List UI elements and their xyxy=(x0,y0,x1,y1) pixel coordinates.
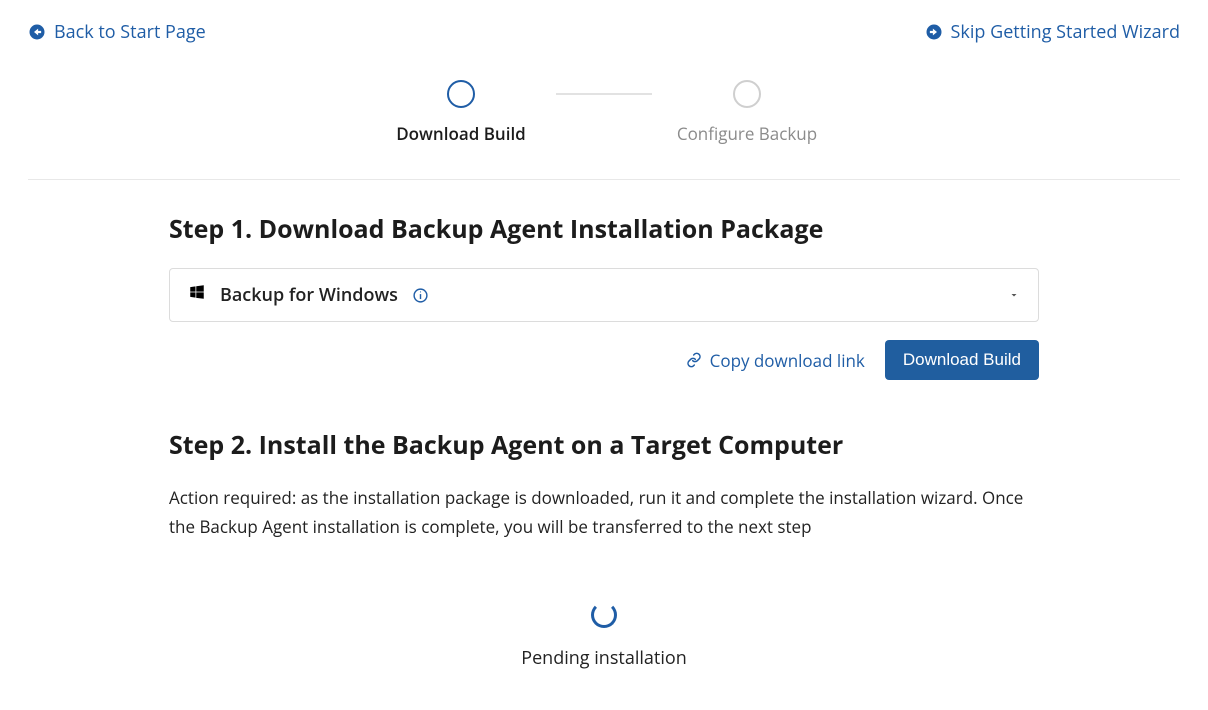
link-icon xyxy=(686,352,702,368)
spinner-icon xyxy=(591,602,617,628)
back-link[interactable]: Back to Start Page xyxy=(28,20,206,44)
step-connector xyxy=(556,93,652,95)
progress-stepper: Download Build Configure Backup xyxy=(28,80,1180,145)
skip-link[interactable]: Skip Getting Started Wizard xyxy=(925,20,1180,44)
arrow-left-circle-icon xyxy=(28,23,46,41)
step-label: Configure Backup xyxy=(677,122,817,145)
section-divider xyxy=(28,179,1180,180)
product-select-label: Backup for Windows xyxy=(220,283,398,307)
skip-link-label: Skip Getting Started Wizard xyxy=(951,20,1180,44)
windows-icon xyxy=(188,283,206,307)
copy-download-link-label: Copy download link xyxy=(710,349,865,372)
stepper-step-download[interactable]: Download Build xyxy=(366,80,556,145)
product-select[interactable]: Backup for Windows xyxy=(169,268,1039,322)
top-nav: Back to Start Page Skip Getting Started … xyxy=(28,20,1180,44)
pending-status-label: Pending installation xyxy=(521,646,687,670)
step2-heading: Step 2. Install the Backup Agent on a Ta… xyxy=(169,428,1039,462)
caret-down-icon xyxy=(1008,283,1020,307)
download-build-button[interactable]: Download Build xyxy=(885,340,1039,380)
back-link-label: Back to Start Page xyxy=(54,20,206,44)
step2-description: Action required: as the installation pac… xyxy=(169,484,1039,542)
stepper-step-configure[interactable]: Configure Backup xyxy=(652,80,842,145)
copy-download-link[interactable]: Copy download link xyxy=(686,349,865,372)
arrow-right-circle-icon xyxy=(925,23,943,41)
step1-heading: Step 1. Download Backup Agent Installati… xyxy=(169,212,1039,246)
step-circle-inactive-icon xyxy=(733,80,761,108)
info-icon[interactable] xyxy=(412,287,429,304)
step1-actions: Copy download link Download Build xyxy=(169,340,1039,380)
step-circle-active-icon xyxy=(447,80,475,108)
pending-status: Pending installation xyxy=(169,602,1039,670)
step-label: Download Build xyxy=(396,122,526,145)
